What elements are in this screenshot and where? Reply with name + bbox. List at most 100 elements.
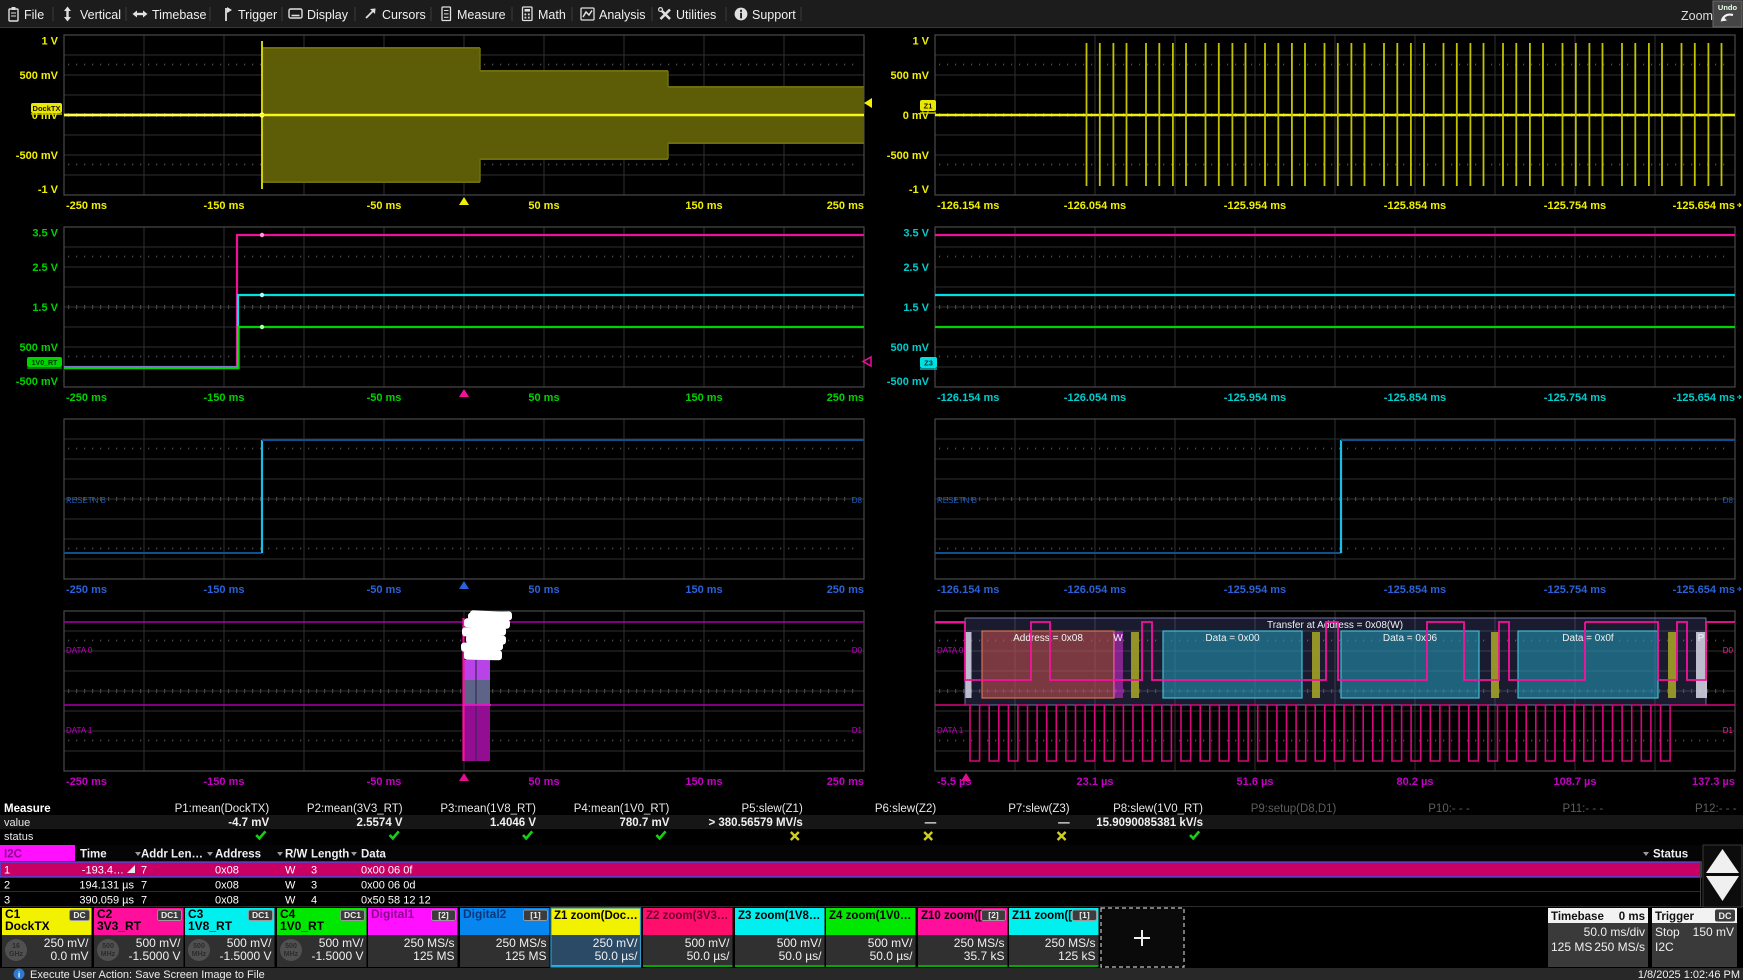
svg-text:—: — xyxy=(925,817,937,829)
svg-text:-50 ms: -50 ms xyxy=(367,584,402,596)
svg-text:250 MS/s: 250 MS/s xyxy=(404,936,455,950)
svg-text:-50 ms: -50 ms xyxy=(367,200,402,212)
svg-text:P12:- - -: P12:- - - xyxy=(1695,803,1737,815)
svg-text:250 MS/s: 250 MS/s xyxy=(1594,940,1645,954)
svg-text:-150 ms: -150 ms xyxy=(204,776,245,788)
svg-text:3V3_RT: 3V3_RT xyxy=(97,919,142,933)
svg-text:P8:slew(1V0_RT): P8:slew(1V0_RT) xyxy=(1113,803,1203,815)
svg-text:DC1: DC1 xyxy=(344,910,361,920)
svg-text:—: — xyxy=(1058,817,1070,829)
svg-text:P9:setup(D8,D1): P9:setup(D8,D1) xyxy=(1251,803,1337,815)
svg-text:[2]: [2] xyxy=(988,910,999,920)
svg-text:250 ms: 250 ms xyxy=(827,776,864,788)
svg-text:DockTX: DockTX xyxy=(33,104,61,113)
svg-text:194.131 µs: 194.131 µs xyxy=(79,880,134,892)
svg-text:i: i xyxy=(18,970,20,980)
svg-text:2.5 V: 2.5 V xyxy=(903,262,929,274)
svg-text:Timebase: Timebase xyxy=(1551,911,1604,923)
svg-text:Z2 zoom(3V3…: Z2 zoom(3V3… xyxy=(646,910,728,922)
svg-text:0 mV: 0 mV xyxy=(903,110,930,122)
svg-text:Measure: Measure xyxy=(4,803,51,815)
svg-text:1: 1 xyxy=(4,865,10,877)
svg-text:1/8/2025 1:02:46 PM: 1/8/2025 1:02:46 PM xyxy=(1638,969,1740,980)
svg-text:125 MS: 125 MS xyxy=(1551,940,1592,954)
svg-text:500 mV: 500 mV xyxy=(890,342,929,354)
svg-text:Display: Display xyxy=(307,8,349,22)
svg-text:-1.5000 V: -1.5000 V xyxy=(311,949,363,963)
svg-text:50.0 µs/: 50.0 µs/ xyxy=(870,949,914,963)
svg-text:Z3: Z3 xyxy=(924,359,933,368)
svg-text:DATA 0: DATA 0 xyxy=(937,646,964,655)
svg-text:-126.054 ms: -126.054 ms xyxy=(1064,200,1126,212)
svg-text:Measure: Measure xyxy=(457,8,506,22)
svg-text:250 mV/: 250 mV/ xyxy=(593,936,638,950)
svg-text:P: P xyxy=(1698,633,1705,644)
svg-text:-150 ms: -150 ms xyxy=(204,584,245,596)
svg-text:1V8_RT: 1V8_RT xyxy=(188,919,233,933)
svg-text:500 mV/: 500 mV/ xyxy=(777,936,822,950)
svg-text:I2C: I2C xyxy=(4,849,22,861)
svg-text:150 ms: 150 ms xyxy=(685,392,722,404)
svg-text:1 V: 1 V xyxy=(41,36,58,48)
svg-text:-125.954 ms: -125.954 ms xyxy=(1224,200,1286,212)
svg-text:80.2 µs: 80.2 µs xyxy=(1397,776,1434,788)
svg-text:D1: D1 xyxy=(852,726,863,735)
svg-text:50.0 µs/: 50.0 µs/ xyxy=(595,949,639,963)
svg-text:50 ms: 50 ms xyxy=(528,392,559,404)
svg-text:-126.154 ms: -126.154 ms xyxy=(937,392,999,404)
svg-text:250 ms: 250 ms xyxy=(827,392,864,404)
svg-text:0x08: 0x08 xyxy=(215,895,239,907)
svg-text:value: value xyxy=(4,817,30,829)
svg-text:Trigger: Trigger xyxy=(238,8,277,22)
svg-text:390.059 µs: 390.059 µs xyxy=(79,895,134,907)
svg-text:-1.5000 V: -1.5000 V xyxy=(219,949,271,963)
svg-text:-500 mV: -500 mV xyxy=(16,150,59,162)
svg-text:-500 mV: -500 mV xyxy=(16,376,59,388)
svg-text:GHz: GHz xyxy=(9,951,24,958)
svg-text:W: W xyxy=(1113,633,1123,644)
svg-text:Address = 0x08: Address = 0x08 xyxy=(1013,633,1083,644)
svg-text:7: 7 xyxy=(141,880,147,892)
svg-text:Z4 zoom(1V0…: Z4 zoom(1V0… xyxy=(829,910,911,922)
svg-text:500 mV/: 500 mV/ xyxy=(227,936,272,950)
svg-text:Zoom: Zoom xyxy=(1681,9,1713,23)
svg-text:DockTX: DockTX xyxy=(5,919,50,933)
svg-text:Vertical: Vertical xyxy=(80,8,121,22)
svg-text:3: 3 xyxy=(4,895,10,907)
svg-text:Data = 0x00: Data = 0x00 xyxy=(1205,633,1260,644)
svg-text:[1]: [1] xyxy=(1079,910,1090,920)
svg-text:0x08: 0x08 xyxy=(215,865,239,877)
svg-text:File: File xyxy=(24,8,44,22)
svg-text:50 ms: 50 ms xyxy=(528,584,559,596)
svg-text:35.7 kS: 35.7 kS xyxy=(964,949,1005,963)
svg-text:P7:slew(Z3): P7:slew(Z3) xyxy=(1008,803,1070,815)
svg-text:23.1 µs: 23.1 µs xyxy=(1077,776,1114,788)
svg-text:W: W xyxy=(285,865,296,877)
svg-text:0x08: 0x08 xyxy=(215,880,239,892)
svg-text:-193.4…: -193.4… xyxy=(82,865,124,877)
svg-text:P4:mean(1V0_RT): P4:mean(1V0_RT) xyxy=(574,803,670,815)
svg-text:1V0_RT: 1V0_RT xyxy=(280,919,325,933)
svg-text:Digital2: Digital2 xyxy=(463,907,507,921)
svg-text:DATA 1: DATA 1 xyxy=(937,726,964,735)
svg-text:P2:mean(3V3_RT): P2:mean(3V3_RT) xyxy=(307,803,403,815)
svg-text:0.0 mV: 0.0 mV xyxy=(50,949,88,963)
svg-text:-250 ms: -250 ms xyxy=(66,200,107,212)
svg-text:-125.754 ms: -125.754 ms xyxy=(1544,200,1606,212)
svg-text:500: 500 xyxy=(102,943,114,950)
svg-text:2.5574 V: 2.5574 V xyxy=(357,817,403,829)
svg-text:MHz: MHz xyxy=(284,951,299,958)
svg-text:D8: D8 xyxy=(852,496,863,505)
svg-text:DC: DC xyxy=(1719,911,1732,921)
svg-text:500: 500 xyxy=(193,943,205,950)
svg-text:125 MS: 125 MS xyxy=(413,949,454,963)
svg-text:Utilities: Utilities xyxy=(676,8,716,22)
svg-text:MHz: MHz xyxy=(192,951,207,958)
svg-text:Address: Address xyxy=(215,849,261,861)
svg-text:250 mV/: 250 mV/ xyxy=(44,936,89,950)
svg-text:780.7 mV: 780.7 mV xyxy=(620,817,670,829)
svg-text:2.5 V: 2.5 V xyxy=(32,262,58,274)
svg-text:-4.7 mV: -4.7 mV xyxy=(228,817,269,829)
svg-text:> 380.56579 MV/s: > 380.56579 MV/s xyxy=(708,817,802,829)
svg-text:Trigger: Trigger xyxy=(1655,911,1695,923)
